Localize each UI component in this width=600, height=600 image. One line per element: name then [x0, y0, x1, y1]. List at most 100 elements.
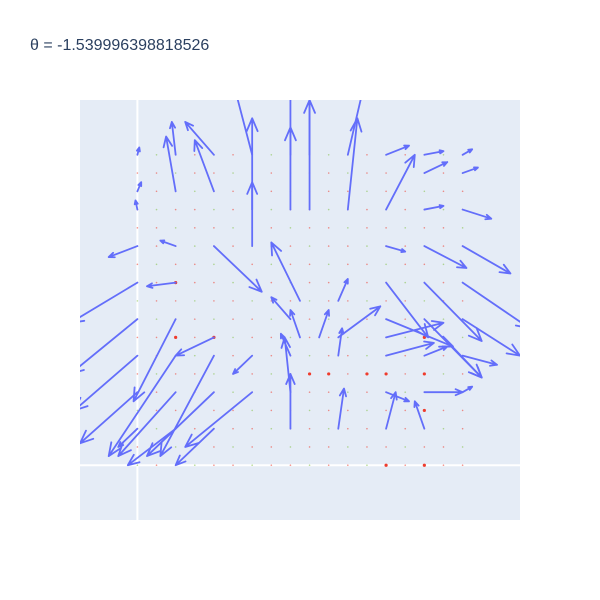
grid-point — [251, 318, 253, 320]
grid-point — [232, 427, 234, 430]
grid-point — [270, 446, 273, 448]
grid-point — [442, 427, 445, 430]
grid-point — [404, 354, 407, 357]
grid-point — [366, 227, 368, 229]
grid-point — [366, 172, 368, 174]
grid-point — [155, 409, 158, 412]
grid-point — [232, 153, 234, 156]
grid-point — [404, 464, 407, 467]
grid-point — [308, 354, 311, 357]
grid-point — [366, 446, 368, 448]
grid-point — [327, 446, 330, 448]
grid-point — [270, 153, 273, 156]
grid-point — [308, 245, 311, 247]
grid-point — [366, 464, 368, 467]
grid-point — [289, 245, 292, 247]
grid-point — [461, 227, 464, 229]
grid-point — [327, 354, 330, 357]
grid-point — [347, 427, 349, 430]
grid-point — [404, 300, 407, 302]
grid-point — [270, 263, 273, 266]
grid-point — [193, 172, 196, 174]
grid-point — [174, 208, 177, 211]
grid-point — [270, 373, 273, 375]
grid-point — [232, 208, 234, 211]
grid-point — [270, 464, 273, 467]
grid-point — [193, 464, 196, 467]
grid-point — [308, 281, 311, 284]
grid-point — [385, 190, 387, 193]
grid-point — [442, 281, 445, 284]
grid-point — [347, 391, 349, 393]
grid-point — [347, 446, 349, 448]
grid-point — [155, 464, 158, 467]
grid-point — [232, 190, 234, 193]
grid-point — [213, 263, 215, 266]
grid-point — [155, 172, 158, 174]
grid-point — [422, 408, 426, 413]
grid-point — [232, 391, 234, 393]
grid-point — [232, 354, 234, 357]
grid-point — [193, 300, 196, 302]
grid-point — [251, 446, 253, 448]
grid-point — [270, 427, 273, 430]
grid-point — [404, 391, 407, 393]
grid-point — [308, 464, 311, 467]
grid-point — [213, 318, 215, 320]
grid-point — [308, 300, 311, 302]
grid-point — [442, 446, 445, 448]
grid-point — [347, 263, 349, 266]
grid-point — [308, 391, 311, 393]
grid-point — [270, 208, 273, 211]
grid-point — [136, 227, 139, 229]
grid-point — [384, 372, 388, 376]
grid-point — [213, 464, 215, 467]
grid-point — [308, 227, 311, 229]
grid-point — [232, 281, 234, 284]
grid-point — [366, 300, 368, 302]
grid-point — [232, 245, 234, 247]
grid-point — [404, 153, 407, 156]
grid-point — [423, 190, 426, 193]
grid-point — [289, 464, 292, 467]
grid-point — [232, 409, 234, 412]
grid-point — [251, 409, 253, 412]
grid-point — [289, 336, 292, 339]
grid-point — [366, 190, 368, 193]
grid-point — [193, 245, 196, 247]
grid-point — [422, 372, 426, 376]
grid-point — [232, 300, 234, 302]
grid-point — [155, 227, 158, 229]
grid-point — [155, 263, 158, 266]
grid-point — [251, 336, 253, 339]
grid-point — [193, 190, 196, 193]
grid-point — [327, 300, 330, 302]
grid-point — [193, 263, 196, 266]
grid-point — [385, 227, 387, 229]
grid-point — [347, 336, 349, 339]
grid-point — [442, 373, 445, 375]
grid-point — [308, 263, 311, 266]
grid-point — [213, 373, 215, 375]
grid-point — [213, 172, 215, 174]
grid-point — [442, 409, 445, 412]
grid-point — [327, 336, 330, 339]
grid-point — [251, 263, 253, 266]
grid-point — [155, 391, 158, 393]
grid-point — [270, 318, 273, 320]
grid-point — [327, 245, 330, 247]
grid-point — [327, 153, 330, 156]
grid-point — [193, 281, 196, 284]
grid-point — [327, 172, 330, 174]
grid-point — [366, 336, 368, 339]
grid-point — [327, 409, 330, 412]
grid-point — [461, 427, 464, 430]
grid-point — [366, 318, 368, 320]
grid-point — [347, 190, 349, 193]
grid-point — [155, 153, 158, 156]
grid-point — [442, 318, 445, 320]
grid-point — [404, 373, 407, 375]
grid-point — [404, 446, 407, 448]
grid-point — [270, 391, 273, 393]
grid-point — [251, 300, 253, 302]
